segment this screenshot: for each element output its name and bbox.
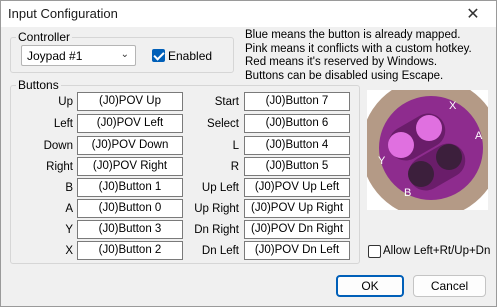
map-button-r[interactable]: (J0)Button 5 bbox=[244, 157, 350, 176]
close-icon: ✕ bbox=[466, 6, 480, 23]
enabled-label: Enabled bbox=[168, 49, 213, 63]
controller-select[interactable]: Joypad #1 ⌄ bbox=[21, 45, 136, 66]
map-button-l[interactable]: (J0)Button 4 bbox=[244, 136, 350, 155]
y-button bbox=[388, 132, 414, 158]
enabled-checkbox[interactable] bbox=[152, 49, 165, 62]
controller-select-value: Joypad #1 bbox=[27, 49, 83, 63]
info-line: Buttons can be disabled using Escape. bbox=[245, 69, 444, 82]
cancel-button[interactable]: Cancel bbox=[413, 275, 486, 297]
allow-opposite-checkbox[interactable] bbox=[368, 245, 381, 258]
window-title: Input Configuration bbox=[8, 6, 118, 21]
map-button-right[interactable]: (J0)POV Right bbox=[77, 157, 183, 176]
map-button-up-left[interactable]: (J0)POV Up Left bbox=[244, 178, 350, 197]
label-up-left: Up Left bbox=[201, 182, 239, 194]
map-button-y[interactable]: (J0)Button 3 bbox=[77, 220, 183, 239]
title-bar: Input Configuration ✕ bbox=[1, 1, 496, 27]
info-line: Blue means the button is already mapped. bbox=[245, 29, 461, 41]
x-button bbox=[416, 115, 442, 141]
map-button-select[interactable]: (J0)Button 6 bbox=[244, 114, 350, 133]
controller-group-label: Controller bbox=[16, 30, 73, 44]
map-button-x[interactable]: (J0)Button 2 bbox=[77, 241, 183, 260]
label-y: Y bbox=[65, 224, 73, 236]
map-button-left[interactable]: (J0)POV Left bbox=[77, 114, 183, 133]
map-button-down[interactable]: (J0)POV Down bbox=[77, 136, 183, 155]
label-left: Left bbox=[53, 118, 73, 130]
map-button-up[interactable]: (J0)POV Up bbox=[77, 92, 183, 111]
label-dn-right: Dn Right bbox=[194, 224, 239, 236]
map-button-a[interactable]: (J0)Button 0 bbox=[77, 199, 183, 218]
y-letter: Y bbox=[378, 155, 386, 167]
x-letter: X bbox=[449, 100, 457, 112]
label-right: Right bbox=[46, 161, 73, 173]
close-button[interactable]: ✕ bbox=[450, 1, 496, 27]
label-dn-left: Dn Left bbox=[201, 245, 239, 257]
a-button bbox=[436, 144, 462, 170]
label-up-right: Up Right bbox=[194, 203, 239, 215]
info-line: Red means it's reserved by Windows. bbox=[245, 56, 438, 68]
chevron-down-icon: ⌄ bbox=[120, 49, 129, 60]
input-config-window: Input Configuration ✕ Controller Joypad … bbox=[0, 0, 497, 307]
info-text: Blue means the button is already mapped.… bbox=[245, 29, 472, 83]
gamepad-face-buttons-icon: X Y A B bbox=[361, 78, 497, 218]
b-letter: B bbox=[404, 187, 411, 199]
label-r: R bbox=[230, 161, 239, 173]
map-button-b[interactable]: (J0)Button 1 bbox=[77, 178, 183, 197]
label-down: Down bbox=[43, 140, 73, 152]
ok-button[interactable]: OK bbox=[336, 275, 404, 297]
info-line: Pink means it conflicts with a custom ho… bbox=[245, 42, 472, 55]
map-button-start[interactable]: (J0)Button 7 bbox=[244, 92, 350, 111]
b-button bbox=[408, 161, 434, 187]
map-button-dn-right[interactable]: (J0)POV Dn Right bbox=[244, 220, 350, 239]
label-a: A bbox=[65, 203, 73, 215]
label-l: L bbox=[232, 140, 239, 152]
label-up: Up bbox=[58, 96, 73, 108]
map-button-dn-left[interactable]: (J0)POV Dn Left bbox=[244, 241, 350, 260]
buttons-group-label: Buttons bbox=[16, 78, 61, 92]
a-letter: A bbox=[475, 130, 483, 142]
map-button-up-right[interactable]: (J0)POV Up Right bbox=[244, 199, 350, 218]
label-start: Start bbox=[214, 96, 239, 108]
gamepad-image: X Y A B bbox=[361, 78, 497, 218]
allow-opposite-label: Allow Left+Rt/Up+Dn bbox=[383, 245, 491, 257]
label-b: B bbox=[65, 182, 73, 194]
label-x: X bbox=[65, 245, 73, 257]
label-select: Select bbox=[207, 118, 239, 130]
